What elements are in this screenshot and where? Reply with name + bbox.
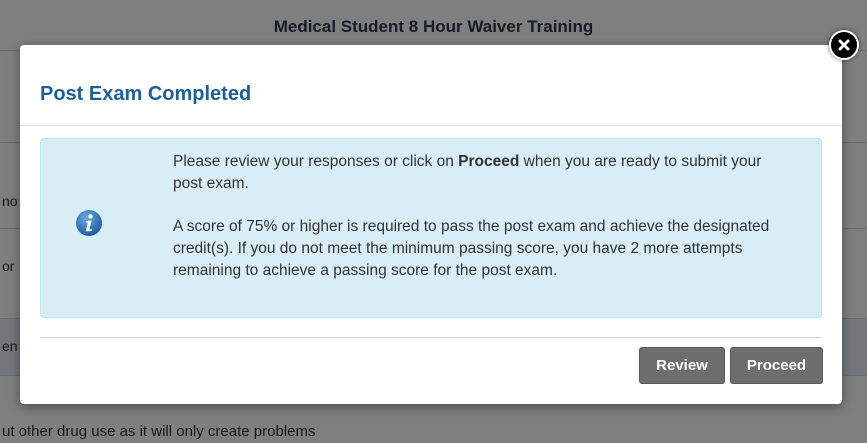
info-icon — [76, 210, 102, 236]
post-exam-modal: Post Exam Completed Please review your r… — [20, 45, 842, 404]
info-alert: Please review your responses or click on… — [40, 138, 822, 318]
modal-footer-divider — [40, 337, 822, 338]
review-button[interactable]: Review — [639, 347, 725, 384]
info-message-text: Please review your responses or click on — [173, 153, 459, 170]
modal-header-divider — [20, 125, 842, 126]
proceed-button[interactable]: Proceed — [730, 347, 823, 384]
info-message-paragraph-1: Please review your responses or click on… — [173, 151, 793, 195]
close-icon — [838, 39, 850, 51]
info-message-paragraph-2: A score of 75% or higher is required to … — [173, 218, 770, 279]
info-message-proceed-emphasis: Proceed — [458, 153, 520, 170]
modal-title: Post Exam Completed — [40, 83, 252, 105]
close-button[interactable] — [829, 30, 859, 60]
info-message: Please review your responses or click on… — [173, 151, 793, 282]
